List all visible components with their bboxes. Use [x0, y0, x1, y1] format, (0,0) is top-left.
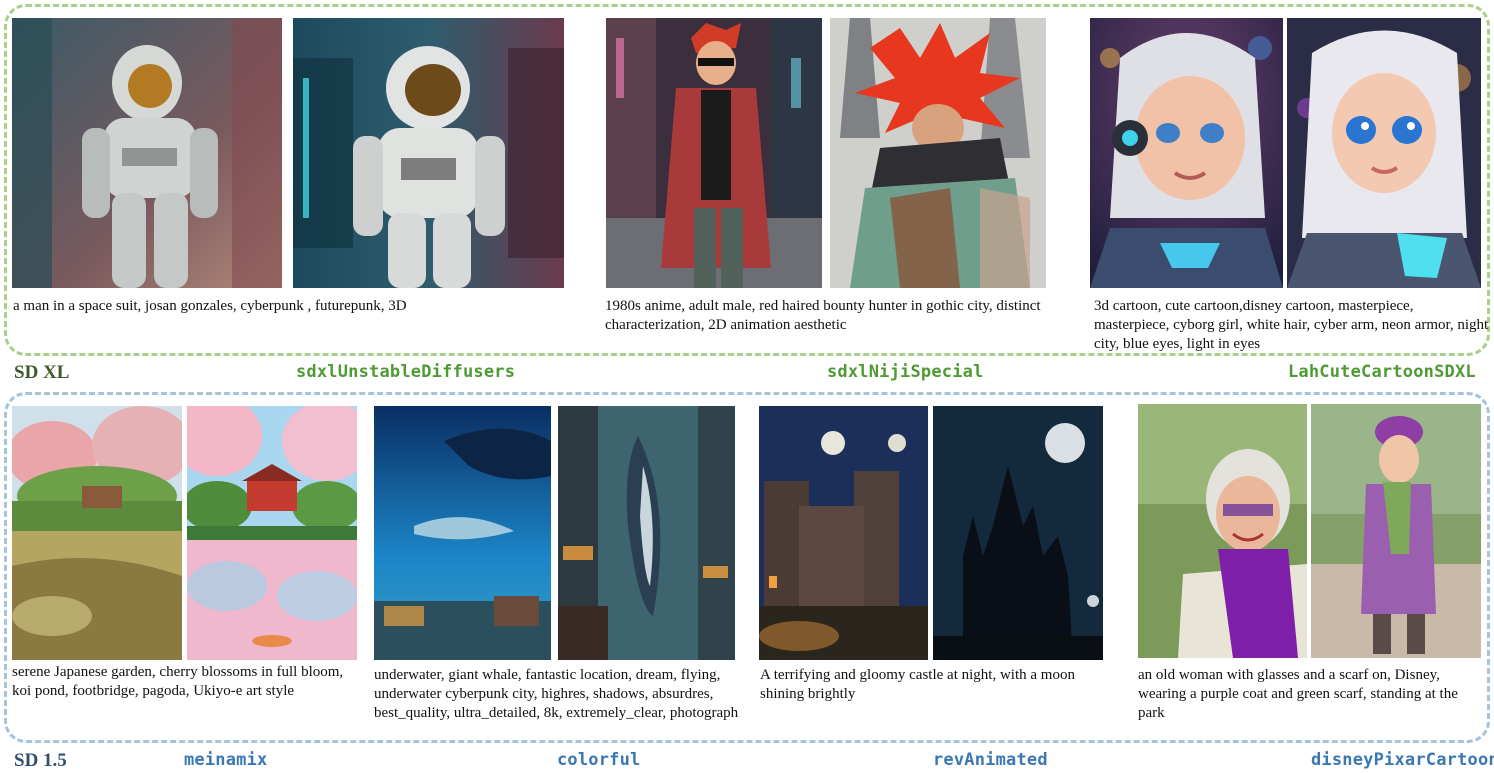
astronaut-image-2	[293, 18, 564, 288]
sd15-group-label: SD 1.5	[14, 750, 67, 771]
underwater-whale-image-1	[374, 406, 551, 660]
japanese-garden-image-1	[12, 406, 182, 660]
anime-hunter-image-2	[830, 18, 1046, 288]
model-name-LahCuteCartoonSDXL: LahCuteCartoonSDXL	[1288, 362, 1476, 382]
model-name-sdxlUnstableDiffusers: sdxlUnstableDiffusers	[296, 362, 516, 382]
model-name-revAnimated: revAnimated	[933, 750, 1048, 770]
model-name-meinamix: meinamix	[184, 750, 268, 770]
cyborg-girl-image-1	[1090, 18, 1283, 288]
old-woman-image-1	[1138, 404, 1307, 658]
japanese-garden-image-2	[187, 406, 357, 660]
sdxl-group-label: SD XL	[14, 362, 70, 383]
old-woman-image-2	[1311, 404, 1481, 658]
prompt-colorful: underwater, giant whale, fantastic locat…	[374, 667, 739, 721]
castle-night-image-2	[933, 406, 1103, 660]
prompt-LahCuteCartoonSDXL: 3d cartoon, cute cartoon,disney cartoon,…	[1094, 298, 1489, 352]
underwater-whale-image-2	[558, 406, 735, 660]
model-name-disneyPixarCartoon: disneyPixarCartoon	[1311, 750, 1494, 770]
cyborg-girl-image-2	[1287, 18, 1481, 288]
castle-night-image-1	[759, 406, 928, 660]
prompt-revAnimated: A terrifying and gloomy castle at night,…	[760, 667, 1075, 702]
model-name-colorful: colorful	[557, 750, 641, 770]
prompt-meinamix: serene Japanese garden, cherry blossoms …	[12, 664, 344, 699]
prompt-sdxlNijiSpecial: 1980s anime, adult male, red haired boun…	[605, 298, 1041, 333]
prompt-sdxlUnstableDiffusers: a man in a space suit, josan gonzales, c…	[13, 298, 407, 314]
astronaut-image-1	[12, 18, 282, 288]
anime-hunter-image-1	[606, 18, 822, 288]
model-name-sdxlNijiSpecial: sdxlNijiSpecial	[827, 362, 984, 382]
prompt-disneyPixarCartoon: an old woman with glasses and a scarf on…	[1138, 667, 1458, 721]
